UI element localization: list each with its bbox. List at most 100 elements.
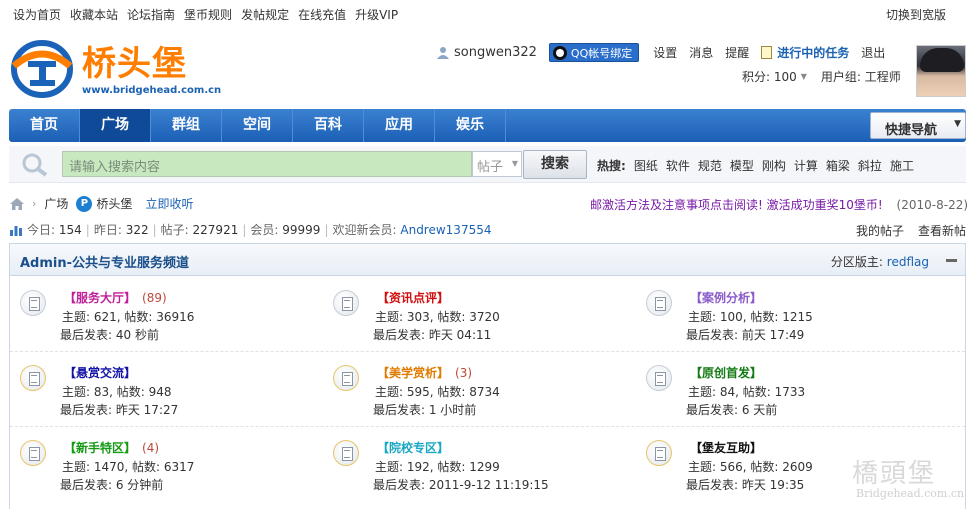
- logo-name: 桥头堡: [82, 44, 187, 84]
- category-moderator: 分区版主: redflag: [831, 253, 929, 270]
- top-link-recharge[interactable]: 在线充值: [298, 6, 346, 23]
- logo-url: www.bridgehead.com.cn: [82, 85, 222, 96]
- user-icon: [437, 47, 449, 59]
- forum-name[interactable]: 【院校专区】: [377, 441, 449, 455]
- forum-icon[interactable]: [646, 365, 672, 391]
- chevron-down-icon[interactable]: ▼: [801, 72, 807, 81]
- today-label: 今日:: [27, 223, 56, 237]
- home-icon[interactable]: [10, 197, 24, 210]
- hot-word[interactable]: 施工: [890, 157, 914, 174]
- forum-last-post[interactable]: 最后发表: 昨天 04:11: [373, 326, 491, 343]
- category-title[interactable]: Admin-公共与专业服务频道: [20, 252, 189, 271]
- forum-stats: 主题: 100, 帖数: 1215: [688, 310, 813, 324]
- forum-name[interactable]: 【资讯点评】: [377, 291, 449, 305]
- hot-word[interactable]: 刚构: [762, 157, 786, 174]
- top-link-coin-rules[interactable]: 堡币规则: [184, 6, 232, 23]
- forum-stats: 主题: 303, 帖数: 3720: [375, 310, 500, 324]
- messages-link[interactable]: 消息: [689, 44, 713, 61]
- search-bar: 请输入搜索内容 帖子 ▼ 搜索 热搜: 图纸 软件 规范 模型 刚构 计算 箱梁…: [9, 146, 966, 183]
- quick-nav-button[interactable]: 快捷导航 ▼: [870, 112, 966, 139]
- hot-word[interactable]: 软件: [666, 157, 690, 174]
- top-link-bookmark[interactable]: 收藏本站: [70, 6, 118, 23]
- hot-word[interactable]: 箱梁: [826, 157, 850, 174]
- search-input[interactable]: 请输入搜索内容: [62, 151, 472, 177]
- forum-icon[interactable]: [333, 440, 359, 466]
- qq-bind-button[interactable]: QQ帐号绑定: [548, 43, 640, 62]
- task-link[interactable]: 进行中的任务: [761, 44, 849, 61]
- site-logo[interactable]: 桥头堡 www.bridgehead.com.cn: [10, 36, 221, 102]
- forum-last-post[interactable]: 最后发表: 昨天 17:27: [60, 401, 178, 418]
- forum-stats: 主题: 621, 帖数: 36916: [62, 310, 195, 324]
- follow-link[interactable]: 立即收听: [145, 195, 193, 212]
- hot-word[interactable]: 规范: [698, 157, 722, 174]
- forum-name-line: 【美学赏析】 (3): [377, 364, 472, 381]
- forum-name-line: 【悬赏交流】: [64, 364, 142, 381]
- nav-item-entertainment[interactable]: 娱乐: [435, 109, 506, 142]
- username[interactable]: songwen322: [454, 45, 537, 60]
- breadcrumb-square[interactable]: 广场: [44, 195, 68, 212]
- top-link-set-home[interactable]: 设为首页: [13, 6, 61, 23]
- forum-icon[interactable]: [646, 290, 672, 316]
- new-posts-link[interactable]: 查看新帖: [918, 222, 966, 239]
- settings-link[interactable]: 设置: [653, 44, 677, 61]
- forum-stats: 主题: 595, 帖数: 8734: [375, 385, 500, 399]
- nav-item-square[interactable]: 广场: [80, 109, 151, 142]
- forum-icon[interactable]: [20, 365, 46, 391]
- nav-item-space[interactable]: 空间: [222, 109, 293, 142]
- forum-name[interactable]: 【悬赏交流】: [64, 366, 136, 380]
- forum-icon[interactable]: [20, 440, 46, 466]
- top-link-guide[interactable]: 论坛指南: [127, 6, 175, 23]
- forum-name-line: 【资讯点评】: [377, 289, 455, 306]
- nav-item-apps[interactable]: 应用: [364, 109, 435, 142]
- hot-word[interactable]: 斜拉: [858, 157, 882, 174]
- forum-last-post[interactable]: 最后发表: 6 分钟前: [60, 476, 163, 493]
- reminders-link[interactable]: 提醒: [725, 44, 749, 61]
- announcement-message[interactable]: 邮激活方法及注意事项点击阅读! 激活成功重奖10堡币!: [590, 198, 883, 212]
- hot-word[interactable]: 图纸: [634, 157, 658, 174]
- forum-last-post[interactable]: 最后发表: 2011-9-12 11:19:15: [373, 476, 549, 493]
- forum-name-line: 【原创首发】: [690, 364, 768, 381]
- logout-link[interactable]: 退出: [861, 44, 885, 61]
- forum-name[interactable]: 【案例分析】: [690, 291, 762, 305]
- moderator-link[interactable]: redflag: [887, 255, 929, 269]
- collapse-icon[interactable]: [946, 259, 957, 262]
- qq-bind-label: QQ帐号绑定: [570, 46, 633, 60]
- forum-icon[interactable]: [646, 440, 672, 466]
- forum-icon[interactable]: [333, 290, 359, 316]
- forum-name[interactable]: 【原创首发】: [690, 366, 762, 380]
- hot-word[interactable]: 计算: [794, 157, 818, 174]
- score[interactable]: 积分: 100: [742, 68, 797, 85]
- forum-name[interactable]: 【新手特区】: [64, 441, 136, 455]
- nav-item-groups[interactable]: 群组: [151, 109, 222, 142]
- nav-item-home[interactable]: 首页: [9, 109, 80, 142]
- forum-last-post[interactable]: 最后发表: 6 天前: [686, 401, 777, 418]
- switch-wide-link[interactable]: 切换到宽版: [886, 6, 946, 23]
- hot-word[interactable]: 模型: [730, 157, 754, 174]
- forum-icon[interactable]: [20, 290, 46, 316]
- forum-last-post[interactable]: 最后发表: 40 秒前: [60, 326, 159, 343]
- nav-item-wiki[interactable]: 百科: [293, 109, 364, 142]
- avatar[interactable]: [916, 45, 966, 97]
- search-button[interactable]: 搜索: [523, 150, 587, 179]
- my-posts-link[interactable]: 我的帖子: [856, 222, 904, 239]
- top-link-post-rules[interactable]: 发帖规定: [241, 6, 289, 23]
- forum-last-post[interactable]: 最后发表: 昨天 19:35: [686, 476, 804, 493]
- search-type-select[interactable]: 帖子 ▼: [472, 151, 522, 177]
- newest-member-link[interactable]: Andrew137554: [400, 223, 491, 237]
- forum-icon[interactable]: [333, 365, 359, 391]
- forum-last-post[interactable]: 最后发表: 1 小时前: [373, 401, 476, 418]
- forum-name[interactable]: 【堡友互助】: [690, 441, 762, 455]
- members-label: 会员:: [250, 223, 279, 237]
- forum-last-post[interactable]: 最后发表: 前天 17:49: [686, 326, 804, 343]
- forum-name[interactable]: 【美学赏析】: [377, 366, 449, 380]
- top-links-bar: 设为首页 收藏本站 论坛指南 堡币规则 发帖规定 在线充值 升级VIP 切换到宽…: [0, 0, 970, 28]
- breadcrumb-site[interactable]: 桥头堡: [96, 195, 132, 212]
- forum-name[interactable]: 【服务大厅】: [64, 291, 136, 305]
- forum-item: 【新手特区】 (4) 主题: 1470, 帖数: 6317 最后发表: 6 分钟前: [20, 436, 320, 506]
- breadcrumb: › 广场 P 桥头堡 立即收听: [10, 195, 193, 212]
- top-link-vip[interactable]: 升级VIP: [355, 6, 398, 23]
- forum-item: 【悬赏交流】 主题: 83, 帖数: 948 最后发表: 昨天 17:27: [20, 361, 320, 431]
- task-icon: [761, 46, 773, 59]
- user-score-line: 积分: 100 ▼ 用户组: 工程师: [742, 68, 901, 85]
- main-nav: 首页 广场 群组 空间 百科 应用 娱乐 快捷导航 ▼: [9, 109, 966, 142]
